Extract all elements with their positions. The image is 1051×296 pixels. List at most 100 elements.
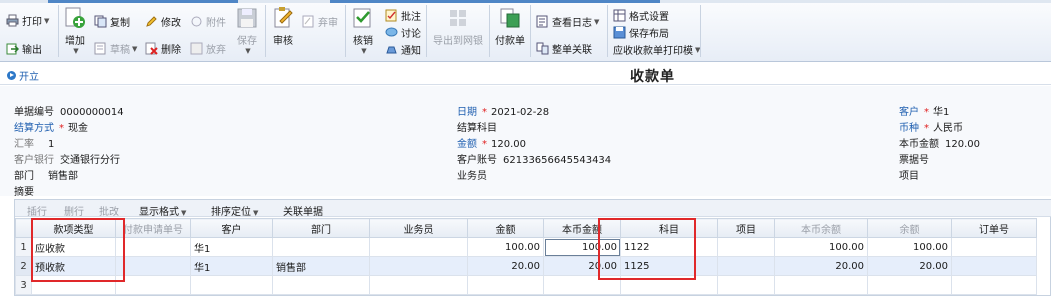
view-log-button[interactable]: 查看日志 ▼ [536, 14, 599, 29]
column-header[interactable]: 付款申请单号 [115, 218, 191, 238]
cell-salesman[interactable] [369, 237, 468, 257]
exchange-rate-field[interactable]: 汇率 1 [14, 135, 54, 150]
salesman-field[interactable]: 业务员 [457, 167, 487, 182]
notify-button[interactable]: 通知 [385, 42, 421, 57]
column-header[interactable]: 客户 [190, 218, 273, 238]
cell-local-balance[interactable]: 20.00 [774, 256, 868, 276]
cell-amount[interactable] [467, 275, 544, 295]
column-header[interactable]: 本币金额 [543, 218, 621, 238]
column-header[interactable]: 款项类型 [31, 218, 116, 238]
memo-field[interactable]: 摘要 [14, 183, 34, 198]
cell-local-amount[interactable]: 100.00 [543, 237, 621, 257]
cell-dept[interactable]: 销售部 [272, 256, 370, 276]
department-field[interactable]: 部门 销售部 [14, 167, 78, 182]
cell-customer[interactable]: 华1 [190, 237, 273, 257]
chevron-down-icon[interactable]: ▼ [594, 18, 599, 26]
cell-local-balance[interactable]: 100.00 [774, 237, 868, 257]
format-settings-button[interactable]: 格式设置 [613, 8, 669, 23]
save-button[interactable]: 保存 ▼ [236, 7, 258, 55]
cell-dept[interactable] [272, 237, 370, 257]
customer-field[interactable]: 客户 * 华1 [899, 103, 949, 118]
cell-order-no[interactable] [951, 256, 1037, 276]
edit-button[interactable]: 修改 [145, 14, 181, 29]
date-field[interactable]: 日期 * 2021-02-28 [457, 103, 549, 118]
add-button[interactable]: 增加 ▼ [64, 7, 86, 55]
sort-locate-button[interactable]: 排序定位 ▼ [211, 203, 258, 218]
cell-amount[interactable]: 100.00 [467, 237, 544, 257]
cell-subject[interactable] [620, 275, 718, 295]
cell-balance[interactable]: 20.00 [867, 256, 952, 276]
cell-salesman[interactable] [369, 256, 468, 276]
discuss-button[interactable]: 讨论 [385, 25, 421, 40]
audit-button[interactable]: 审核 [272, 7, 294, 47]
column-header[interactable]: 余额 [867, 218, 952, 238]
column-header[interactable]: 本币余额 [774, 218, 868, 238]
table-row[interactable]: 1 应收款 华1 100.00 100.00 1122 100.00 100.0… [15, 237, 1037, 257]
cell-balance[interactable] [867, 275, 952, 295]
cell-local-amount[interactable] [543, 275, 621, 295]
export-netbank-button[interactable]: 导出到网银 [433, 7, 483, 47]
cell-apply-no[interactable] [115, 237, 191, 257]
chevron-down-icon[interactable]: ▼ [73, 47, 78, 55]
writeoff-button[interactable]: 核销 ▼ [352, 7, 374, 55]
cell-subject[interactable]: 1125 [620, 256, 718, 276]
cell-project[interactable] [717, 275, 775, 295]
settlement-subject-field[interactable]: 结算科目 [457, 119, 497, 134]
display-format-button[interactable]: 显示格式 ▼ [139, 203, 186, 218]
unaudit-button[interactable]: 弃审 [302, 14, 338, 29]
cell-order-no[interactable] [951, 237, 1037, 257]
print-button[interactable]: 打印 ▼ [6, 13, 49, 28]
table-row[interactable]: 3 [15, 275, 1037, 295]
cell-dept[interactable] [272, 275, 370, 295]
draft-button[interactable]: 草稿 ▼ [94, 41, 137, 56]
attachment-button[interactable]: 附件 [190, 14, 226, 29]
table-row[interactable]: 2 预收款 华1 销售部 20.00 20.00 1125 20.00 20.0… [15, 256, 1037, 276]
save-layout-button[interactable]: 保存布局 [613, 25, 669, 40]
settlement-field[interactable]: 结算方式 * 现金 [14, 119, 88, 134]
chevron-down-icon[interactable]: ▼ [44, 17, 49, 25]
cell-subject[interactable]: 1122 [620, 237, 718, 257]
insert-row-button[interactable]: 插行 [27, 203, 47, 218]
delete-button[interactable]: 删除 [145, 41, 181, 56]
column-header[interactable]: 金额 [467, 218, 544, 238]
cell-amount[interactable]: 20.00 [467, 256, 544, 276]
chevron-down-icon[interactable]: ▼ [361, 47, 366, 55]
open-status-link[interactable]: 开立 [7, 68, 39, 83]
export-button[interactable]: 输出 [6, 41, 42, 56]
annotate-button[interactable]: 批注 [385, 8, 421, 23]
link-docs-button[interactable]: 关联单据 [283, 203, 323, 218]
chevron-down-icon[interactable]: ▼ [132, 45, 137, 53]
print-template-select[interactable]: 应收收款单打印模 ▼ [613, 42, 700, 58]
doc-link-button[interactable]: 整单关联 [536, 41, 592, 56]
chevron-down-icon[interactable]: ▼ [245, 47, 250, 55]
currency-field[interactable]: 币种 * 人民币 [899, 119, 963, 134]
cell-customer[interactable] [190, 275, 273, 295]
cell-customer[interactable]: 华1 [190, 256, 273, 276]
cell-salesman[interactable] [369, 275, 468, 295]
cell-balance[interactable]: 100.00 [867, 237, 952, 257]
doc-number-field[interactable]: 单据编号 0000000014 [14, 103, 124, 118]
cell-type[interactable]: 预收款 [31, 256, 116, 276]
cell-local-balance[interactable] [774, 275, 868, 295]
column-header[interactable]: 部门 [272, 218, 370, 238]
cell-local-amount[interactable]: 20.00 [543, 256, 621, 276]
amount-field[interactable]: 金额 * 120.00 [457, 135, 526, 150]
abandon-button[interactable]: 放弃 [190, 41, 226, 56]
column-header[interactable]: 业务员 [369, 218, 468, 238]
payment-button[interactable]: 付款单 [495, 7, 525, 47]
cell-project[interactable] [717, 256, 775, 276]
column-header[interactable]: 项目 [717, 218, 775, 238]
column-header[interactable]: 科目 [620, 218, 718, 238]
project-field[interactable]: 项目 [899, 167, 919, 182]
customer-account-field[interactable]: 客户账号 62133656645543434 [457, 151, 611, 166]
delete-row-button[interactable]: 删行 [64, 203, 84, 218]
cell-project[interactable] [717, 237, 775, 257]
column-header[interactable]: 订单号 [951, 218, 1037, 238]
cell-type[interactable]: 应收款 [31, 237, 116, 257]
cell-apply-no[interactable] [115, 275, 191, 295]
customer-bank-field[interactable]: 客户银行 交通银行分行 [14, 151, 120, 166]
cell-order-no[interactable] [951, 275, 1037, 295]
cell-apply-no[interactable] [115, 256, 191, 276]
local-amount-field[interactable]: 本币金额 120.00 [899, 135, 980, 150]
cell-type[interactable] [31, 275, 116, 295]
